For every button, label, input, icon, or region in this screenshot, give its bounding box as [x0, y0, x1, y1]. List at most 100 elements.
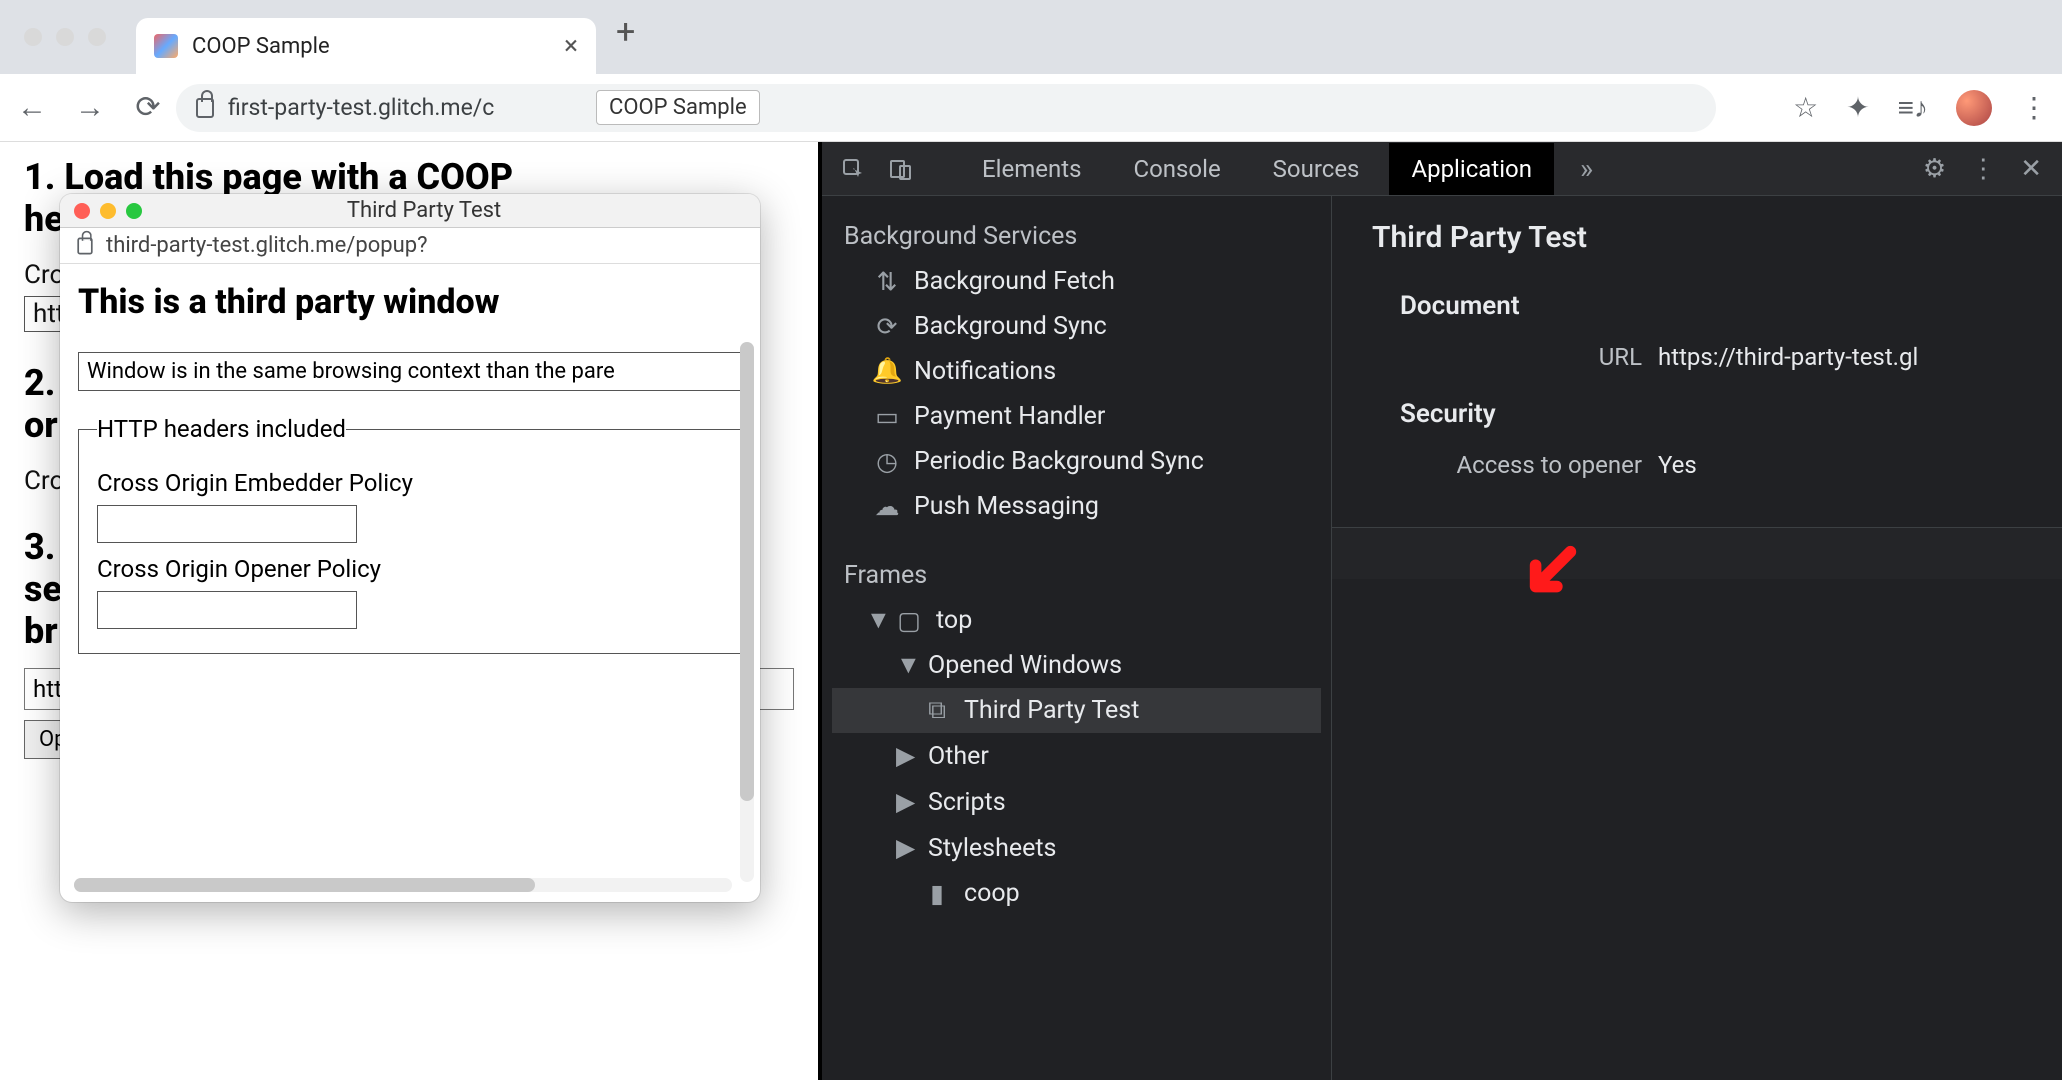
close-tab-icon[interactable]: × — [564, 31, 578, 61]
clock-icon: ◷ — [876, 451, 898, 473]
sidebar-group-frames[interactable]: Frames — [832, 553, 1321, 598]
sidebar-item-scripts[interactable]: ▶Scripts — [832, 779, 1321, 825]
access-opener-row: Access to opener Yes — [1432, 451, 2022, 479]
url-row: URL https://third-party-test.gl — [1432, 343, 2022, 371]
sidebar-item-periodic-sync[interactable]: ◷Periodic Background Sync — [832, 439, 1321, 484]
fieldset-legend: HTTP headers included — [97, 415, 346, 443]
sidebar-item-push-messaging[interactable]: ☁Push Messaging — [832, 484, 1321, 529]
settings-icon[interactable]: ⚙ — [1923, 154, 1946, 184]
tab-sources[interactable]: Sources — [1251, 143, 1382, 195]
tab-console[interactable]: Console — [1111, 143, 1242, 195]
menu-icon[interactable]: ⋮ — [2020, 91, 2048, 124]
popup-titlebar: Third Party Test — [60, 194, 760, 228]
sidebar-item-stylesheets[interactable]: ▶Stylesheets — [832, 825, 1321, 871]
devtools-tab-bar: Elements Console Sources Application » ⚙… — [822, 142, 2062, 196]
nav-buttons: ← → ⟳ — [14, 90, 166, 125]
devtools-main: Third Party Test Document URL https://th… — [1332, 196, 2062, 1080]
new-tab-button[interactable]: + — [616, 12, 635, 52]
cloud-icon: ☁ — [876, 496, 898, 518]
sidebar-item-coop-file[interactable]: ▮coop — [832, 871, 1321, 916]
zoom-window-icon[interactable] — [126, 203, 142, 219]
popup-title: Third Party Test — [152, 198, 696, 223]
popup-horizontal-scrollbar[interactable] — [74, 878, 732, 892]
sidebar-group-background-services[interactable]: Background Services — [832, 214, 1321, 259]
sync-icon: ⟳ — [876, 316, 898, 338]
profile-avatar[interactable] — [1956, 90, 1992, 126]
sidebar-item-background-sync[interactable]: ⟳Background Sync — [832, 304, 1321, 349]
address-text: first-party-test.glitch.me/c — [228, 94, 494, 121]
star-icon[interactable]: ☆ — [1793, 91, 1818, 124]
browser-tab[interactable]: COOP Sample × — [136, 18, 596, 74]
tab-application[interactable]: Application — [1389, 143, 1554, 195]
access-opener-label: Access to opener — [1432, 451, 1642, 479]
coep-input[interactable] — [97, 505, 357, 543]
popup-body: This is a third party window HTTP header… — [60, 264, 760, 902]
sidebar-item-background-fetch[interactable]: ⇅Background Fetch — [832, 259, 1321, 304]
windows-icon: ⧉ — [926, 700, 948, 722]
chevron-right-icon: ▶ — [896, 741, 912, 771]
sidebar-item-opened-windows[interactable]: ▼Opened Windows — [832, 643, 1321, 688]
more-tabs-icon[interactable]: » — [1568, 152, 1605, 185]
popup-message-input[interactable] — [78, 352, 742, 391]
exchange-icon: ⇅ — [876, 271, 898, 293]
divider — [1332, 527, 2062, 579]
sidebar-item-other[interactable]: ▶Other — [832, 733, 1321, 779]
close-window-icon[interactable] — [74, 203, 90, 219]
scrollbar-thumb[interactable] — [740, 342, 754, 801]
sidebar-item-top-frame[interactable]: ▼▢top — [832, 598, 1321, 643]
coop-input[interactable] — [97, 591, 357, 629]
address-bar[interactable]: first-party-test.glitch.me/c COOP Sample — [176, 84, 1716, 132]
chevron-down-icon: ▼ — [866, 606, 882, 635]
chevron-right-icon: ▶ — [896, 787, 912, 817]
playlist-icon[interactable]: ≡♪ — [1898, 91, 1928, 124]
popup-vertical-scrollbar[interactable] — [740, 342, 754, 882]
scrollbar-thumb[interactable] — [74, 878, 535, 892]
devtools-sidebar: Background Services ⇅Background Fetch ⟳B… — [822, 196, 1332, 1080]
chevron-right-icon: ▶ — [896, 833, 912, 863]
bell-icon: 🔔 — [876, 361, 898, 383]
kebab-menu-icon[interactable]: ⋮ — [1970, 154, 1996, 184]
sidebar-item-payment-handler[interactable]: ▭Payment Handler — [832, 394, 1321, 439]
close-devtools-icon[interactable]: ✕ — [2020, 154, 2042, 184]
http-headers-fieldset: HTTP headers included Cross Origin Embed… — [78, 415, 742, 654]
page-content: 1. Load this page with a COOP he Cro htt… — [0, 142, 818, 1080]
security-section-title: Security — [1400, 399, 2022, 429]
devtools-panel: Elements Console Sources Application » ⚙… — [818, 142, 2062, 1080]
favicon-icon — [154, 34, 178, 58]
sidebar-item-third-party-test[interactable]: ⧉Third Party Test — [832, 688, 1321, 733]
popup-address-bar[interactable]: third-party-test.glitch.me/popup? — [60, 228, 760, 264]
popup-heading: This is a third party window — [78, 282, 742, 322]
chevron-down-icon: ▼ — [896, 651, 912, 680]
document-section-title: Document — [1400, 291, 2022, 321]
url-value: https://third-party-test.gl — [1658, 343, 1918, 371]
popup-traffic-lights — [74, 203, 142, 219]
frame-title: Third Party Test — [1372, 220, 2022, 255]
popup-window: Third Party Test third-party-test.glitch… — [60, 194, 760, 902]
access-opener-value: Yes — [1658, 451, 1697, 479]
traffic-dot — [24, 28, 42, 46]
minimize-window-icon[interactable] — [100, 203, 116, 219]
window-icon: ▢ — [898, 610, 920, 632]
sidebar-item-notifications[interactable]: 🔔Notifications — [832, 349, 1321, 394]
url-label: URL — [1432, 343, 1642, 371]
coop-label: Cross Origin Opener Policy — [97, 555, 723, 583]
window-traffic-lights — [24, 28, 106, 46]
annotation-arrow-icon — [1524, 544, 1582, 602]
toolbar-right-icons: ☆ ✦ ≡♪ ⋮ — [1793, 90, 2048, 126]
tab-elements[interactable]: Elements — [960, 143, 1103, 195]
forward-button[interactable]: → — [72, 90, 108, 125]
card-icon: ▭ — [876, 406, 898, 428]
back-button[interactable]: ← — [14, 90, 50, 125]
traffic-dot — [56, 28, 74, 46]
address-tooltip: COOP Sample — [596, 90, 760, 125]
browser-toolbar: ← → ⟳ first-party-test.glitch.me/c COOP … — [0, 74, 2062, 142]
file-icon: ▮ — [926, 883, 948, 905]
reload-button[interactable]: ⟳ — [130, 90, 166, 125]
popup-address-text: third-party-test.glitch.me/popup? — [106, 233, 427, 258]
traffic-dot — [88, 28, 106, 46]
browser-tab-strip: COOP Sample × + — [0, 0, 2062, 74]
device-toggle-icon[interactable] — [884, 152, 918, 186]
lock-icon — [77, 237, 92, 254]
inspect-icon[interactable] — [836, 152, 870, 186]
extensions-icon[interactable]: ✦ — [1846, 91, 1869, 124]
